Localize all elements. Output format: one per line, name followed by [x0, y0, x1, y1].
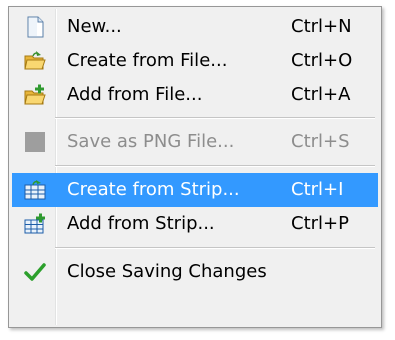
menu-item-label: Add from Strip...	[67, 213, 215, 234]
menu-separator	[55, 247, 375, 249]
save-png-icon	[25, 132, 45, 152]
new-document-icon	[27, 16, 44, 38]
menu-item-shortcut: Ctrl+O	[291, 50, 353, 71]
menu-item-label: Save as PNG File...	[67, 131, 235, 152]
menu-item-label: Create from Strip...	[67, 179, 240, 200]
menu-separator	[55, 117, 375, 119]
menu-item-shortcut: Ctrl+P	[291, 213, 349, 234]
menu-item-label: Create from File...	[67, 50, 228, 71]
menu-item-add-from-strip[interactable]: Add from Strip... Ctrl+P	[12, 207, 378, 241]
menu-item-shortcut: Ctrl+A	[291, 84, 351, 105]
menu-item-shortcut: Ctrl+S	[291, 131, 350, 152]
add-strip-icon	[24, 213, 45, 234]
menu-item-close-saving-changes[interactable]: Close Saving Changes	[12, 255, 378, 289]
context-menu: New... Ctrl+N Create from File... Ctrl+O…	[8, 6, 382, 328]
menu-item-label: Close Saving Changes	[67, 261, 267, 282]
menu-item-create-from-file[interactable]: Create from File... Ctrl+O	[12, 44, 378, 78]
menu-item-new[interactable]: New... Ctrl+N	[12, 10, 378, 44]
checkmark-icon	[24, 263, 46, 281]
open-folder-icon	[24, 51, 46, 70]
menu-item-save-as-png[interactable]: Save as PNG File... Ctrl+S	[12, 125, 378, 159]
add-folder-icon	[24, 84, 46, 105]
menu-item-add-from-file[interactable]: Add from File... Ctrl+A	[12, 78, 378, 112]
menu-item-create-from-strip[interactable]: Create from Strip... Ctrl+I	[12, 173, 378, 207]
menu-item-shortcut: Ctrl+I	[291, 179, 344, 200]
menu-separator	[55, 165, 375, 167]
menu-item-shortcut: Ctrl+N	[291, 16, 352, 37]
menu-item-label: New...	[67, 16, 122, 37]
create-strip-icon	[24, 180, 46, 200]
menu-item-label: Add from File...	[67, 84, 203, 105]
